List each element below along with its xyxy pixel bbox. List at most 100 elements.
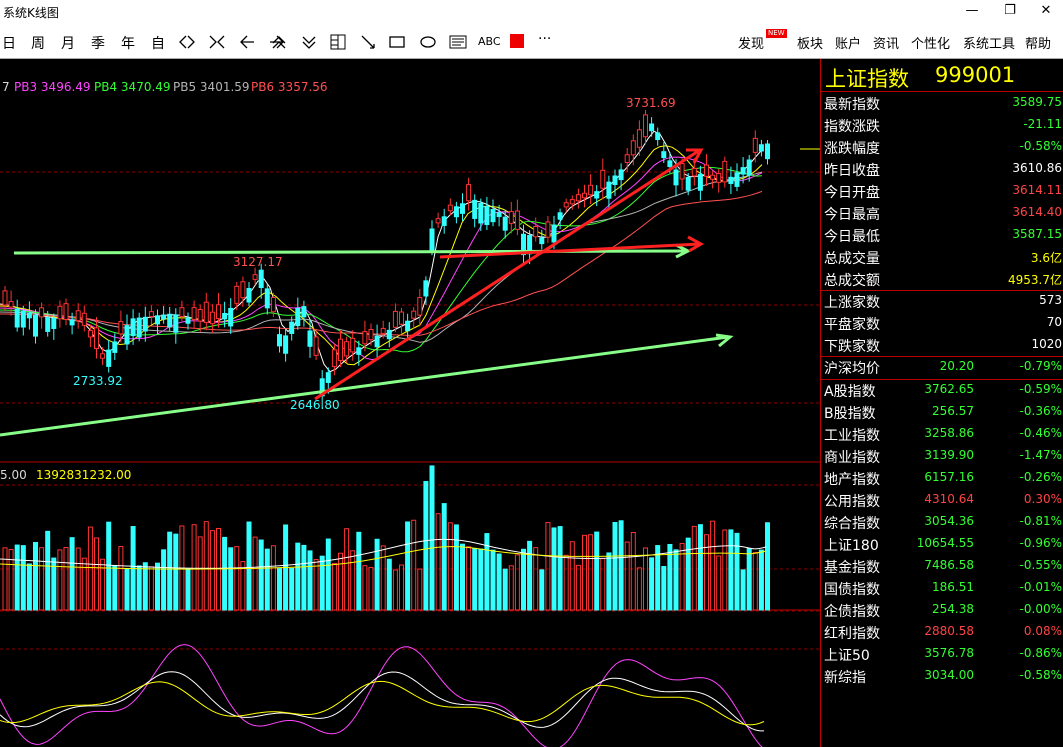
candle-body <box>618 169 624 181</box>
menu-news[interactable]: 资讯 <box>873 33 899 52</box>
volume-bar <box>740 569 746 611</box>
breadth-value: 1020 <box>1031 337 1062 351</box>
candle-body <box>307 330 313 347</box>
period-day-button[interactable]: 日 <box>2 33 16 53</box>
candle-body <box>283 335 289 354</box>
breadth-row: 平盘家数 70 <box>821 312 1063 334</box>
quote-row: 涨跌幅度 -0.58% <box>821 136 1063 158</box>
ellipse-icon[interactable] <box>419 34 437 50</box>
index-row[interactable]: A股指数 3762.65 -0.59% <box>821 379 1063 401</box>
index-value: 4310.64 <box>924 492 974 506</box>
volume-bar <box>716 555 722 611</box>
index-row[interactable]: 企债指数 254.38 -0.00% <box>821 599 1063 621</box>
period-quarter-button[interactable]: 季 <box>91 33 105 53</box>
volume-bar <box>392 569 398 611</box>
index-row[interactable]: 工业指数 3258.86 -0.46% <box>821 423 1063 445</box>
menu-help[interactable]: 帮助 <box>1025 33 1051 52</box>
draw-line-icon[interactable] <box>360 34 376 50</box>
index-row[interactable]: 商业指数 3139.90 -1.47% <box>821 445 1063 467</box>
index-row[interactable]: 地产指数 6157.16 -0.26% <box>821 467 1063 489</box>
more-icon[interactable]: ··· <box>538 31 551 47</box>
menu-personalize[interactable]: 个性化 <box>911 33 950 52</box>
volume-bar <box>331 562 337 611</box>
volume-bar <box>185 568 191 611</box>
volume-bar <box>661 565 667 611</box>
candle-body <box>655 132 661 141</box>
period-year-button[interactable]: 年 <box>121 33 135 53</box>
menu-discover[interactable]: 发现 <box>738 33 764 52</box>
candle-body <box>246 288 252 303</box>
candle-body <box>264 288 270 309</box>
menu-system-tools[interactable]: 系统工具 <box>963 33 1015 52</box>
index-row[interactable]: B股指数 256.57 -0.36% <box>821 401 1063 423</box>
candle-body <box>106 349 112 367</box>
menu-sectors[interactable]: 板块 <box>797 33 823 52</box>
volume-bar <box>142 562 148 611</box>
index-label: B股指数 <box>824 406 876 422</box>
candle-body <box>594 191 600 199</box>
zoom-out-icon[interactable] <box>300 34 318 50</box>
period-month-button[interactable]: 月 <box>61 33 75 53</box>
index-label: 上证50 <box>824 648 870 664</box>
candle-body <box>502 216 508 231</box>
candle-body <box>606 181 612 199</box>
move-left-icon[interactable] <box>238 34 256 50</box>
quote-row: 今日开盘 3614.11 <box>821 180 1063 202</box>
volume-bar <box>411 519 417 611</box>
text-box-icon[interactable] <box>449 34 467 50</box>
restore-button[interactable]: ❐ <box>995 3 1025 18</box>
index-row[interactable]: 公用指数 4310.64 0.30% <box>821 489 1063 511</box>
candle-body <box>588 184 594 196</box>
avg-price-label: 沪深均价 <box>824 361 880 377</box>
shift-right-icon[interactable] <box>208 34 226 50</box>
ma-legend-pb5: PB5 3401.59 <box>173 80 250 94</box>
quote-label: 今日最高 <box>824 207 880 223</box>
minimize-button[interactable]: — <box>957 3 987 18</box>
index-label: 工业指数 <box>824 428 880 444</box>
index-row[interactable]: 新综指 3034.00 -0.58% <box>821 665 1063 687</box>
zoom-in-icon[interactable] <box>270 34 288 50</box>
volume-bar <box>624 541 630 611</box>
volume-bar <box>417 568 423 611</box>
shift-left-icon[interactable] <box>178 34 196 50</box>
chart-area[interactable]: 7 PB3 3496.49 PB4 3470.49 PB5 3401.59 PB… <box>0 59 820 747</box>
candle-body <box>539 237 545 245</box>
volume-bar <box>508 565 514 611</box>
candle-body <box>649 123 655 132</box>
volume-bar <box>649 557 655 611</box>
quote-label: 今日最低 <box>824 229 880 245</box>
index-row[interactable]: 国债指数 186.51 -0.01% <box>821 577 1063 599</box>
menu-account[interactable]: 账户 <box>835 33 861 52</box>
candle-body <box>685 176 691 191</box>
index-name: 上证指数 <box>825 67 909 91</box>
index-row[interactable]: 红利指数 2880.58 0.08% <box>821 621 1063 643</box>
candle-body <box>228 307 234 327</box>
index-row[interactable]: 综合指数 3054.36 -0.81% <box>821 511 1063 533</box>
candle-body <box>87 330 93 338</box>
index-value: 10654.55 <box>916 536 974 550</box>
quote-label: 总成交额 <box>824 273 880 289</box>
period-custom-button[interactable]: 自 <box>151 33 165 53</box>
index-row[interactable]: 上证50 3576.78 -0.86% <box>821 643 1063 665</box>
volume-bar <box>600 558 606 611</box>
close-button[interactable]: ✕ <box>1031 3 1061 18</box>
candle-body <box>203 301 209 324</box>
volume-bar <box>362 565 368 611</box>
quote-value: 3610.86 <box>1012 161 1062 175</box>
layout-icon[interactable] <box>330 34 346 50</box>
volume-bar <box>527 540 533 611</box>
volume-bar <box>539 569 545 611</box>
volume-bar <box>356 531 362 611</box>
index-row[interactable]: 基金指数 7486.58 -0.55% <box>821 555 1063 577</box>
volume-bar <box>33 541 38 611</box>
index-row[interactable]: 上证180 10654.55 -0.96% <box>821 533 1063 555</box>
candle-body <box>466 184 472 202</box>
abc-icon[interactable]: ABC <box>478 35 501 48</box>
index-change: -0.36% <box>1019 404 1062 418</box>
period-week-button[interactable]: 周 <box>31 33 45 53</box>
candle-body <box>392 310 398 328</box>
kline-chart-svg[interactable] <box>0 59 820 747</box>
volume-bar <box>380 545 386 611</box>
color-icon[interactable] <box>510 34 524 48</box>
rect-icon[interactable] <box>389 34 405 50</box>
